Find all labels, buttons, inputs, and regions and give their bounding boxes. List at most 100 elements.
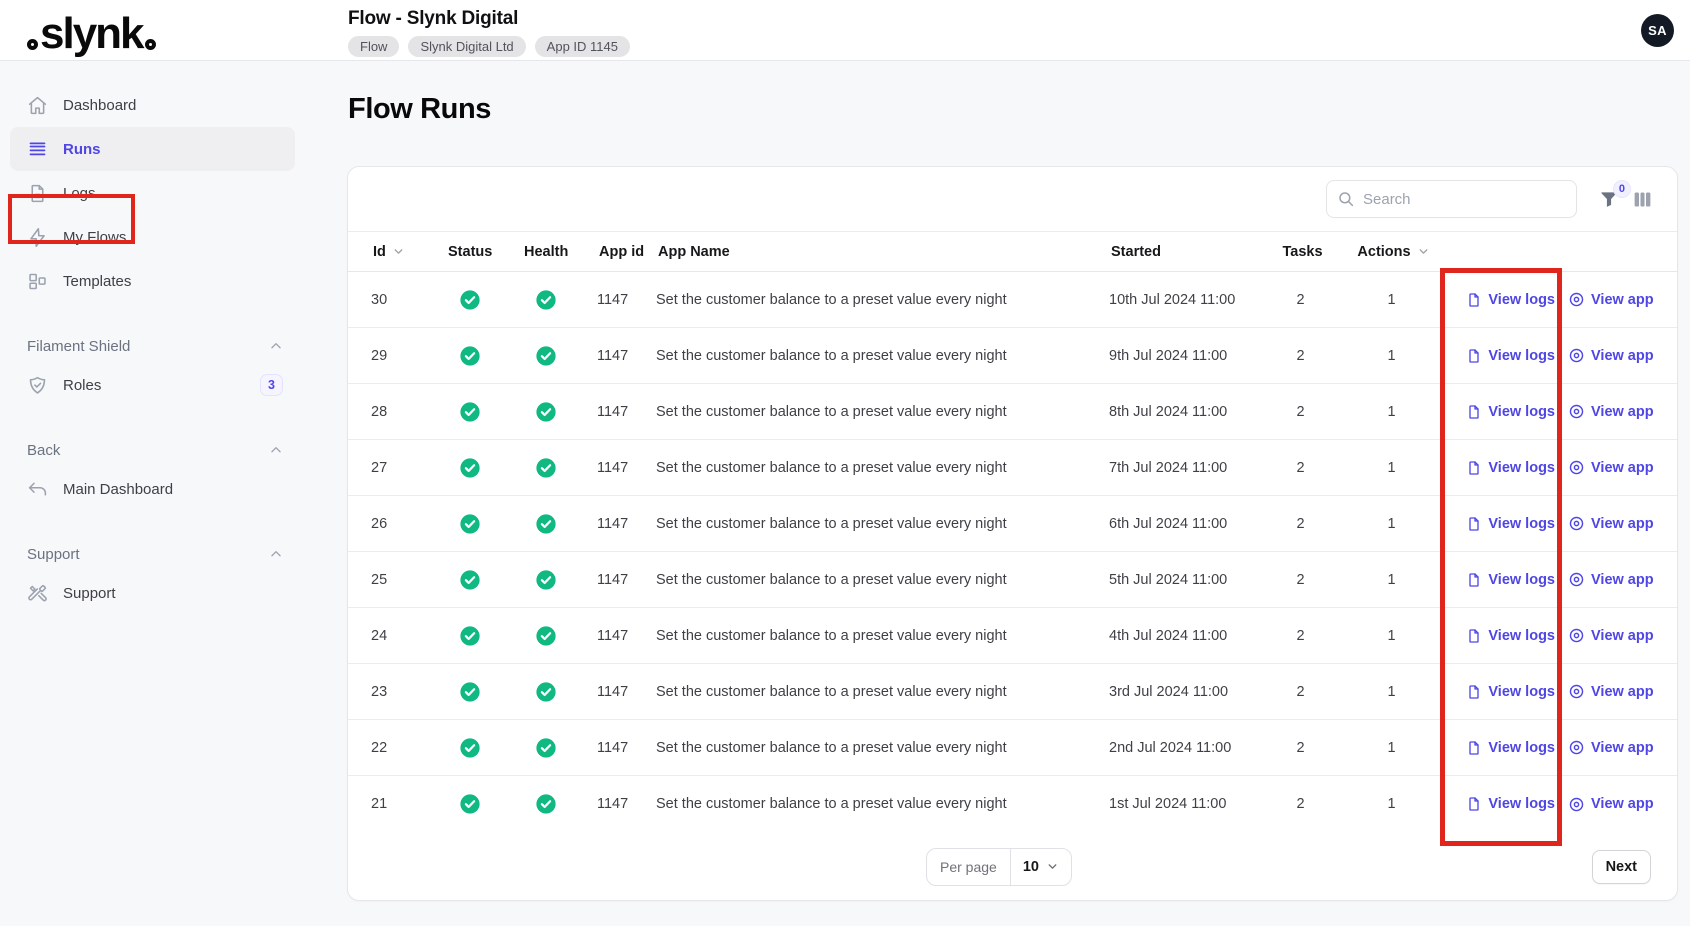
sidebar-item-roles[interactable]: Roles 3 — [10, 363, 295, 407]
run-id: 27 — [371, 460, 446, 476]
chevron-up-icon — [269, 547, 283, 561]
app-logo[interactable]: slynk — [27, 4, 156, 58]
badge-app-id: App ID 1145 — [535, 36, 630, 57]
view-logs-link[interactable]: View logs — [1466, 740, 1555, 756]
run-id: 30 — [371, 292, 446, 308]
status-success-icon — [459, 681, 481, 703]
page-heading: Flow Runs — [348, 93, 491, 126]
shield-check-icon — [27, 375, 48, 396]
roles-count-badge: 3 — [260, 374, 283, 396]
sidebar-group-support[interactable]: Support — [10, 537, 295, 571]
run-actions-count: 1 — [1344, 796, 1439, 812]
document-icon — [27, 183, 48, 204]
status-success-icon — [459, 513, 481, 535]
run-app-name: Set the customer balance to a preset val… — [656, 516, 1109, 532]
filter-button[interactable]: 0 — [1599, 189, 1619, 209]
run-id: 25 — [371, 572, 446, 588]
view-app-link[interactable]: View app — [1568, 291, 1654, 308]
table-row: 28 1147 Set the customer balance to a pr… — [348, 384, 1677, 440]
column-header-tasks: Tasks — [1259, 244, 1346, 260]
run-actions-count: 1 — [1344, 684, 1439, 700]
run-id: 23 — [371, 684, 446, 700]
run-tasks-count: 2 — [1257, 460, 1344, 476]
eye-icon — [1568, 515, 1585, 532]
run-tasks-count: 2 — [1257, 740, 1344, 756]
view-app-link[interactable]: View app — [1568, 796, 1654, 813]
sidebar-item-main-dashboard[interactable]: Main Dashboard — [10, 467, 295, 511]
health-success-icon — [535, 793, 557, 815]
table-row: 30 1147 Set the customer balance to a pr… — [348, 272, 1677, 328]
logo-dot-icon — [145, 39, 156, 50]
sidebar-item-runs[interactable]: Runs — [10, 127, 295, 171]
run-id: 21 — [371, 796, 446, 812]
group-label: Filament Shield — [27, 338, 130, 355]
run-started: 5th Jul 2024 11:00 — [1109, 572, 1257, 588]
sidebar-item-label: Roles — [63, 377, 101, 394]
run-id: 24 — [371, 628, 446, 644]
view-logs-link[interactable]: View logs — [1466, 404, 1555, 420]
flow-runs-table-card: 0 Id Status Health App id App Name Start… — [347, 166, 1678, 901]
eye-icon — [1568, 459, 1585, 476]
run-app-name: Set the customer balance to a preset val… — [656, 628, 1109, 644]
sort-chevron-icon — [392, 245, 405, 258]
wrench-screwdriver-icon — [27, 583, 48, 604]
run-app-id: 1147 — [597, 628, 656, 644]
eye-icon — [1568, 627, 1585, 644]
sidebar-item-logs[interactable]: Logs — [10, 171, 295, 215]
column-toggle-button[interactable] — [1632, 189, 1653, 210]
document-icon — [1466, 684, 1482, 700]
run-app-name: Set the customer balance to a preset val… — [656, 796, 1109, 812]
filter-count-badge: 0 — [1613, 180, 1631, 198]
sidebar-item-my-flows[interactable]: My Flows — [10, 215, 295, 259]
badge-company: Slynk Digital Ltd — [408, 36, 525, 57]
sidebar-group-filament-shield[interactable]: Filament Shield — [10, 329, 295, 363]
breadcrumb: Flow Slynk Digital Ltd App ID 1145 — [348, 36, 630, 57]
sidebar-item-label: Templates — [63, 273, 131, 290]
view-logs-link[interactable]: View logs — [1466, 292, 1555, 308]
view-app-link[interactable]: View app — [1568, 683, 1654, 700]
health-success-icon — [535, 345, 557, 367]
table-row: 29 1147 Set the customer balance to a pr… — [348, 328, 1677, 384]
view-app-link[interactable]: View app — [1568, 627, 1654, 644]
run-tasks-count: 2 — [1257, 292, 1344, 308]
view-logs-link[interactable]: View logs — [1466, 684, 1555, 700]
view-logs-link[interactable]: View logs — [1466, 572, 1555, 588]
status-success-icon — [459, 457, 481, 479]
table-row: 22 1147 Set the customer balance to a pr… — [348, 720, 1677, 776]
column-header-actions[interactable]: Actions — [1346, 244, 1441, 260]
per-page-select[interactable]: 10 — [1011, 859, 1071, 875]
sidebar-item-dashboard[interactable]: Dashboard — [10, 83, 295, 127]
view-app-link[interactable]: View app — [1568, 347, 1654, 364]
run-app-name: Set the customer balance to a preset val… — [656, 292, 1109, 308]
view-app-link[interactable]: View app — [1568, 571, 1654, 588]
run-app-id: 1147 — [597, 404, 656, 420]
health-success-icon — [535, 457, 557, 479]
run-app-id: 1147 — [597, 572, 656, 588]
view-app-link[interactable]: View app — [1568, 515, 1654, 532]
document-icon — [1466, 348, 1482, 364]
run-app-id: 1147 — [597, 516, 656, 532]
run-app-id: 1147 — [597, 348, 656, 364]
column-header-status: Status — [448, 244, 524, 260]
next-page-button[interactable]: Next — [1592, 850, 1651, 884]
view-app-link[interactable]: View app — [1568, 459, 1654, 476]
run-app-name: Set the customer balance to a preset val… — [656, 404, 1109, 420]
column-header-id[interactable]: Id — [373, 244, 448, 260]
sidebar-item-label: Dashboard — [63, 97, 136, 114]
run-actions-count: 1 — [1344, 628, 1439, 644]
column-header-started: Started — [1111, 244, 1259, 260]
sidebar-item-templates[interactable]: Templates — [10, 259, 295, 303]
sidebar-group-back[interactable]: Back — [10, 433, 295, 467]
view-logs-link[interactable]: View logs — [1466, 796, 1555, 812]
view-logs-link[interactable]: View logs — [1466, 628, 1555, 644]
search-input[interactable] — [1326, 180, 1577, 218]
view-logs-link[interactable]: View logs — [1466, 460, 1555, 476]
sidebar-item-support[interactable]: Support — [10, 571, 295, 615]
view-app-link[interactable]: View app — [1568, 403, 1654, 420]
eye-icon — [1568, 403, 1585, 420]
view-logs-link[interactable]: View logs — [1466, 348, 1555, 364]
user-avatar[interactable]: SA — [1641, 14, 1674, 47]
run-started: 10th Jul 2024 11:00 — [1109, 292, 1257, 308]
view-app-link[interactable]: View app — [1568, 739, 1654, 756]
view-logs-link[interactable]: View logs — [1466, 516, 1555, 532]
